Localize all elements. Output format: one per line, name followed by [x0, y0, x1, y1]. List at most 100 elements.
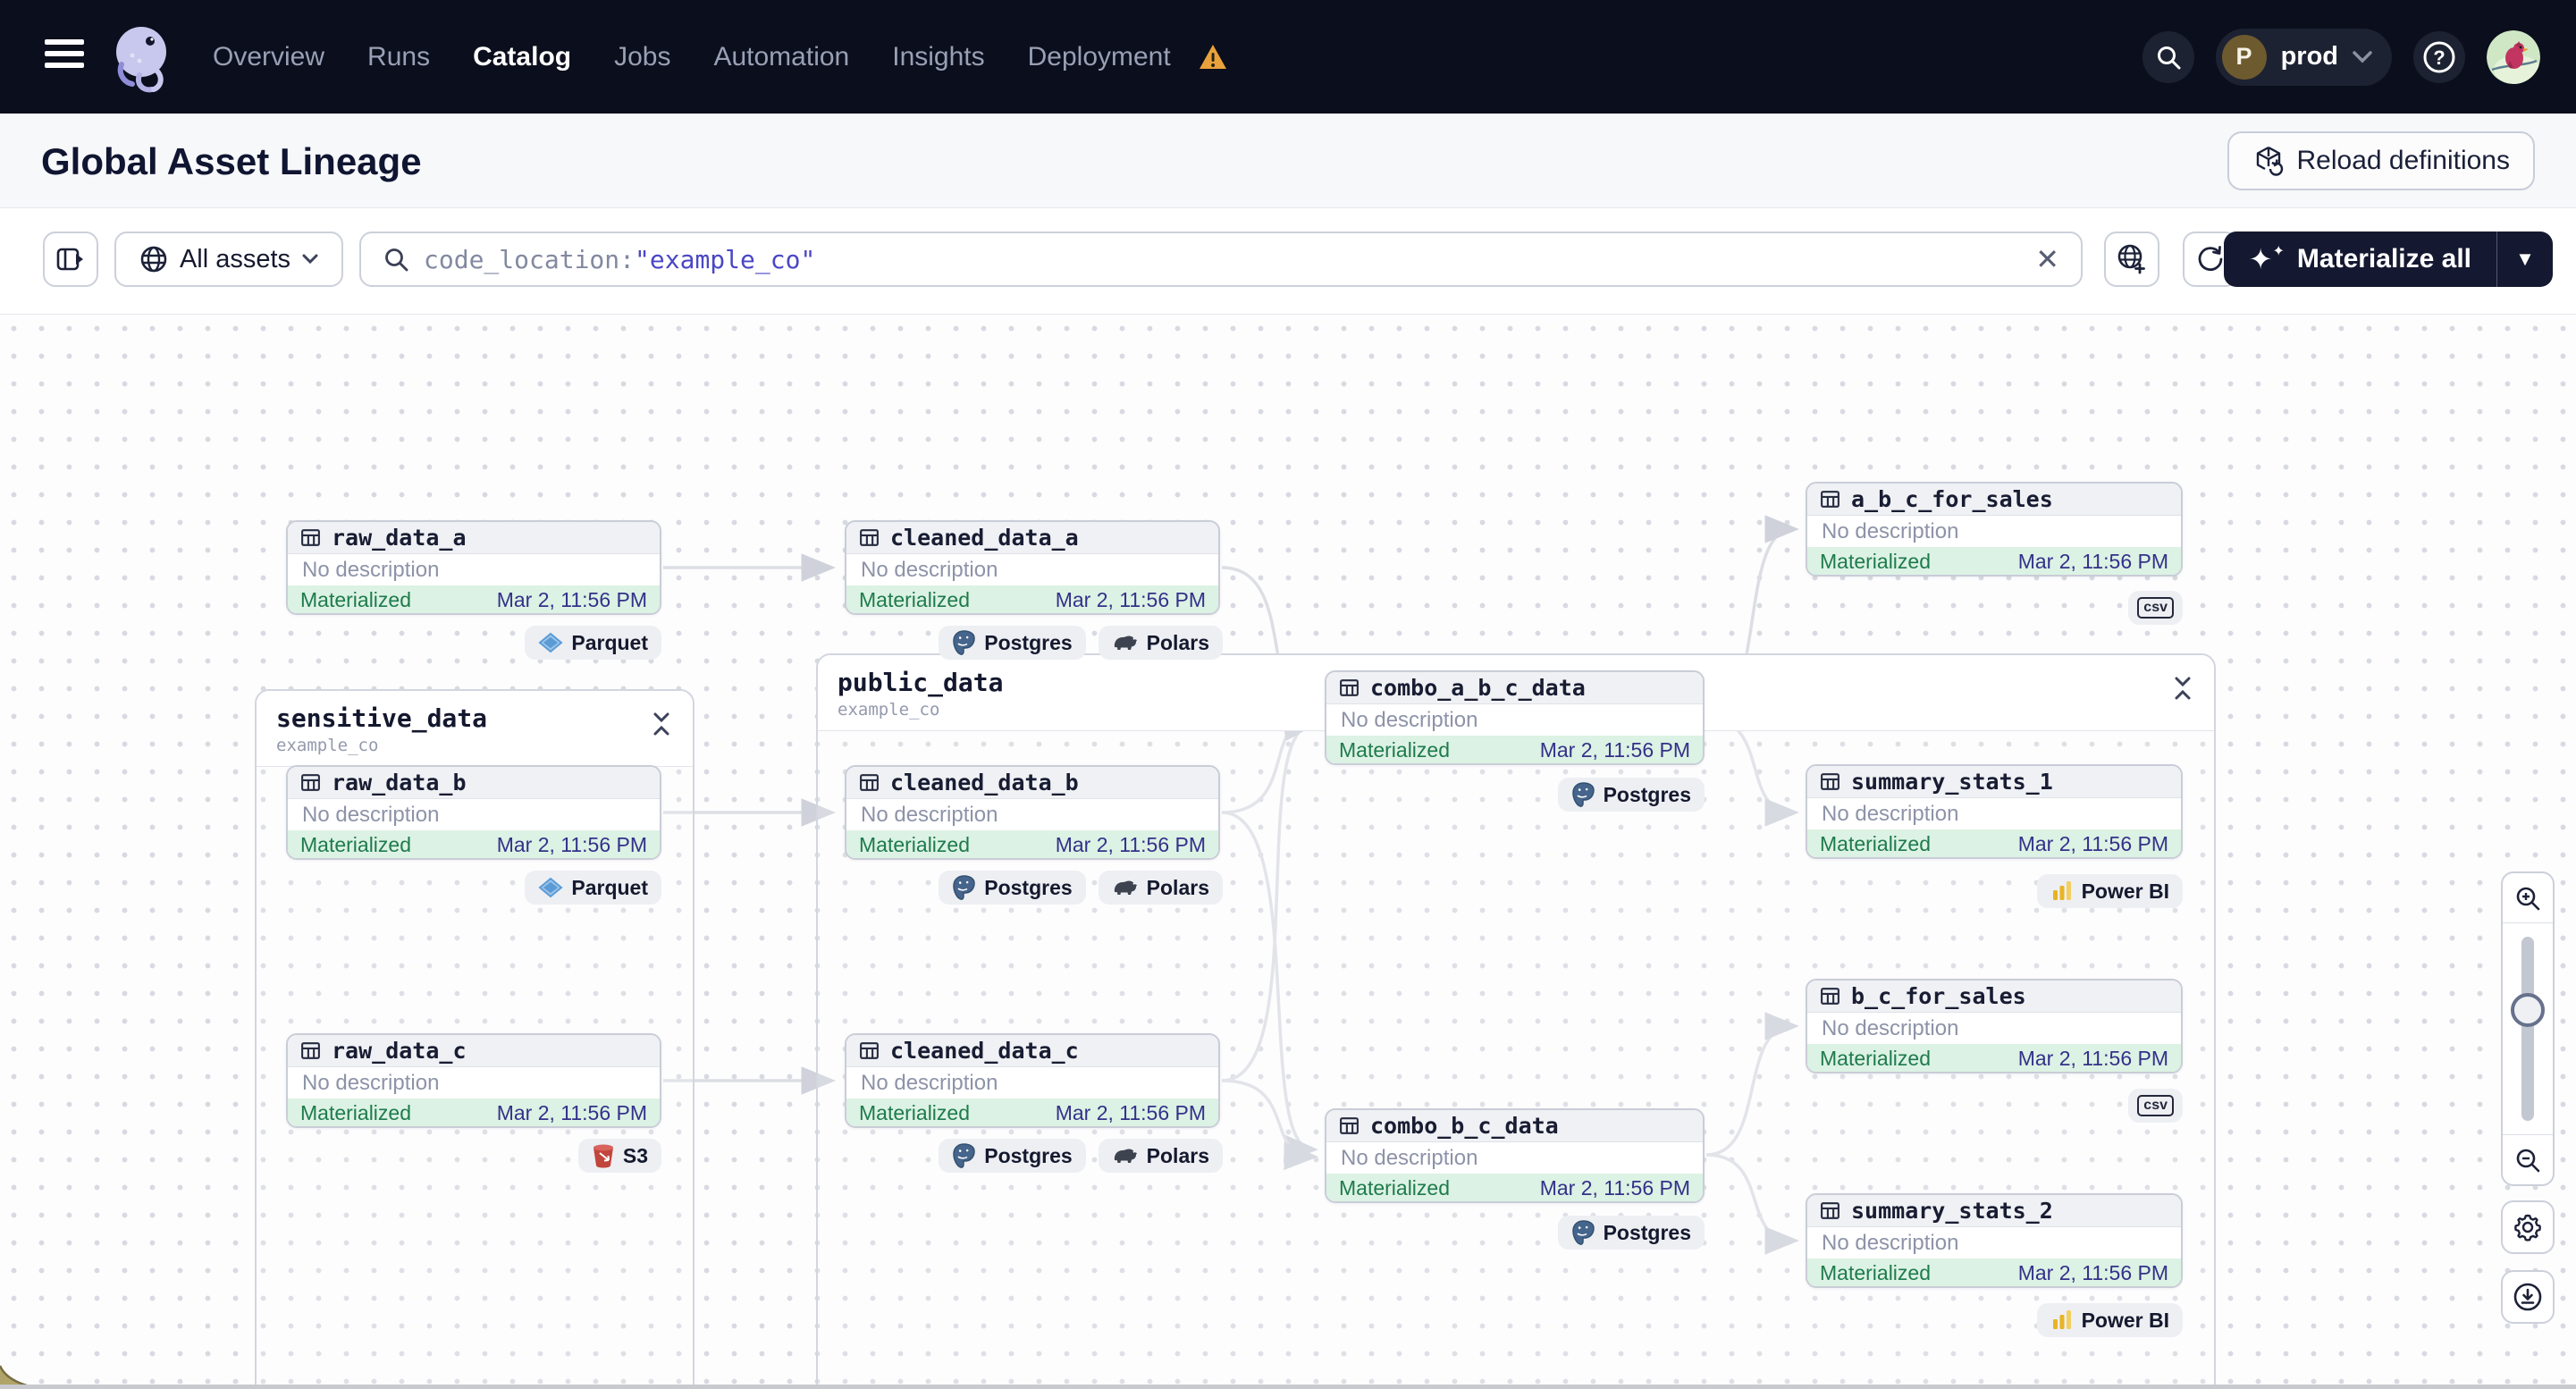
asset-node-cleaned-data-b[interactable]: cleaned_data_b No description Materializ… — [845, 765, 1220, 860]
tag-s3[interactable]: S3 — [577, 1139, 661, 1173]
table-icon — [1340, 679, 1359, 696]
materialize-options-caret[interactable]: ▼ — [2497, 232, 2553, 287]
tag-postgres[interactable]: Postgres — [1557, 778, 1705, 812]
tag-polars[interactable]: Polars — [1098, 626, 1223, 660]
node-header: raw_data_c — [288, 1035, 660, 1067]
tag-postgres[interactable]: Postgres — [1557, 1216, 1705, 1250]
lineage-toolbar: All assets code_location:"example_co" ✕ — [0, 208, 2576, 315]
asset-search-input[interactable]: code_location:"example_co" ✕ — [359, 232, 2083, 287]
nav-item-runs[interactable]: Runs — [367, 42, 430, 72]
tag-parquet[interactable]: Parquet — [525, 871, 661, 905]
tag-postgres[interactable]: Postgres — [939, 626, 1086, 660]
status-badge: Materialized — [1339, 1176, 1450, 1200]
asset-name: summary_stats_1 — [1851, 769, 2053, 795]
tag-label: S3 — [622, 1143, 648, 1167]
asset-description: No description — [302, 557, 440, 582]
zoom-slider[interactable] — [2503, 923, 2553, 1134]
asset-node-raw-data-c[interactable]: raw_data_c No description Materialized M… — [286, 1033, 661, 1128]
asset-status-row: Materialized Mar 2, 11:56 PM — [1326, 1174, 1703, 1201]
tag-polars[interactable]: Polars — [1098, 871, 1223, 905]
status-badge: Materialized — [300, 833, 411, 856]
nav-item-insights[interactable]: Insights — [892, 42, 984, 72]
table-icon — [860, 774, 879, 791]
asset-node-summary-stats-2[interactable]: summary_stats_2 No description Materiali… — [1806, 1193, 2183, 1288]
asset-scope-label: All assets — [179, 244, 291, 274]
tag-label: Postgres — [1603, 782, 1691, 806]
status-badge: Materialized — [1820, 1261, 1931, 1284]
asset-node-cleaned-data-c[interactable]: cleaned_data_c No description Materializ… — [845, 1033, 1220, 1128]
asset-node-combo-a-b-c-data[interactable]: combo_a_b_c_data No description Material… — [1325, 670, 1705, 765]
asset-description: No description — [302, 1070, 440, 1095]
asset-node-a-b-c-for-sales[interactable]: a_b_c_for_sales No description Materiali… — [1806, 482, 2183, 577]
graph-settings-button[interactable] — [2501, 1200, 2555, 1254]
asset-name: a_b_c_for_sales — [1851, 486, 2053, 512]
asset-scope-dropdown[interactable]: All assets — [114, 232, 343, 287]
tags-b-c-for-sales: csv — [2128, 1089, 2183, 1123]
tag-csv[interactable]: csv — [2128, 1089, 2183, 1123]
table-icon — [301, 774, 320, 791]
postgres-icon — [953, 630, 975, 655]
open-sidebar-button[interactable] — [43, 232, 98, 287]
postgres-icon — [1571, 782, 1595, 807]
asset-node-cleaned-data-a[interactable]: cleaned_data_a No description Materializ… — [845, 520, 1220, 615]
tag-csv[interactable]: csv — [2128, 591, 2183, 625]
nav-item-overview[interactable]: Overview — [213, 42, 324, 72]
status-badge: Materialized — [300, 1101, 411, 1124]
asset-node-raw-data-a[interactable]: raw_data_a No description Materialized M… — [286, 520, 661, 615]
tag-postgres[interactable]: Postgres — [939, 1139, 1086, 1173]
status-timestamp: Mar 2, 11:56 PM — [2017, 1047, 2168, 1070]
hamburger-icon[interactable] — [45, 39, 86, 75]
nav-item-automation[interactable]: Automation — [713, 42, 849, 72]
deployment-name: prod — [2280, 42, 2338, 71]
tag-powerbi[interactable]: Power BI — [2036, 874, 2183, 908]
collapse-group-icon[interactable] — [2171, 675, 2194, 702]
nav-item-catalog[interactable]: Catalog — [473, 42, 571, 72]
asset-node-raw-data-b[interactable]: raw_data_b No description Materialized M… — [286, 765, 661, 860]
collapse-group-icon[interactable] — [650, 711, 673, 737]
page-title: Global Asset Lineage — [41, 140, 422, 182]
search-button[interactable] — [2142, 30, 2194, 83]
nav-item-deployment[interactable]: Deployment — [1028, 42, 1171, 72]
status-timestamp: Mar 2, 11:56 PM — [2017, 550, 2168, 573]
status-badge: Materialized — [1820, 550, 1931, 573]
asset-name: b_c_for_sales — [1851, 983, 2026, 1009]
filter-scope-button[interactable] — [2104, 232, 2159, 287]
search-token-key: code_location: — [424, 244, 636, 274]
globe-icon — [140, 246, 167, 273]
search-query: code_location:"example_co" — [424, 245, 815, 274]
tag-parquet[interactable]: Parquet — [525, 626, 661, 660]
asset-status-row: Materialized Mar 2, 11:56 PM — [1807, 829, 2181, 857]
zoom-slider-thumb[interactable] — [2511, 993, 2545, 1027]
materialize-all-label: Materialize all — [2296, 244, 2471, 274]
download-button[interactable] — [2501, 1270, 2555, 1324]
help-button[interactable]: ? — [2413, 30, 2465, 83]
zoom-in-button[interactable] — [2503, 873, 2553, 923]
table-icon — [1821, 988, 1839, 1005]
tag-powerbi[interactable]: Power BI — [2036, 1303, 2183, 1337]
asset-node-combo-b-c-data[interactable]: combo_b_c_data No description Materializ… — [1325, 1108, 1705, 1203]
zoom-out-button[interactable] — [2503, 1134, 2553, 1184]
asset-node-summary-stats-1[interactable]: summary_stats_1 No description Materiali… — [1806, 764, 2183, 859]
tags-summary-stats-1: Power BI — [2036, 874, 2183, 908]
asset-name: raw_data_c — [332, 1038, 467, 1064]
table-icon — [860, 1042, 879, 1059]
status-badge: Materialized — [1820, 832, 1931, 855]
group-header[interactable]: sensitive_data example_co — [257, 691, 693, 767]
node-header: cleaned_data_c — [846, 1035, 1218, 1067]
tag-polars[interactable]: Polars — [1098, 1139, 1223, 1173]
asset-name: raw_data_a — [332, 525, 467, 551]
clear-search-icon[interactable]: ✕ — [2035, 245, 2059, 274]
materialize-all-button[interactable]: ✦✦ Materialize all — [2224, 232, 2496, 287]
dagster-logo[interactable] — [104, 18, 182, 97]
user-avatar[interactable] — [2487, 29, 2540, 84]
tag-postgres[interactable]: Postgres — [939, 871, 1086, 905]
table-icon — [301, 529, 320, 546]
asset-description: No description — [302, 802, 440, 827]
postgres-icon — [953, 875, 975, 900]
deployment-switcher[interactable]: P prod — [2215, 28, 2392, 86]
zoom-slider-track[interactable] — [2521, 937, 2534, 1121]
reload-definitions-button[interactable]: Reload definitions — [2227, 131, 2535, 190]
nav-item-jobs[interactable]: Jobs — [614, 42, 670, 72]
node-header: cleaned_data_b — [846, 767, 1218, 799]
asset-node-b-c-for-sales[interactable]: b_c_for_sales No description Materialize… — [1806, 979, 2183, 1073]
